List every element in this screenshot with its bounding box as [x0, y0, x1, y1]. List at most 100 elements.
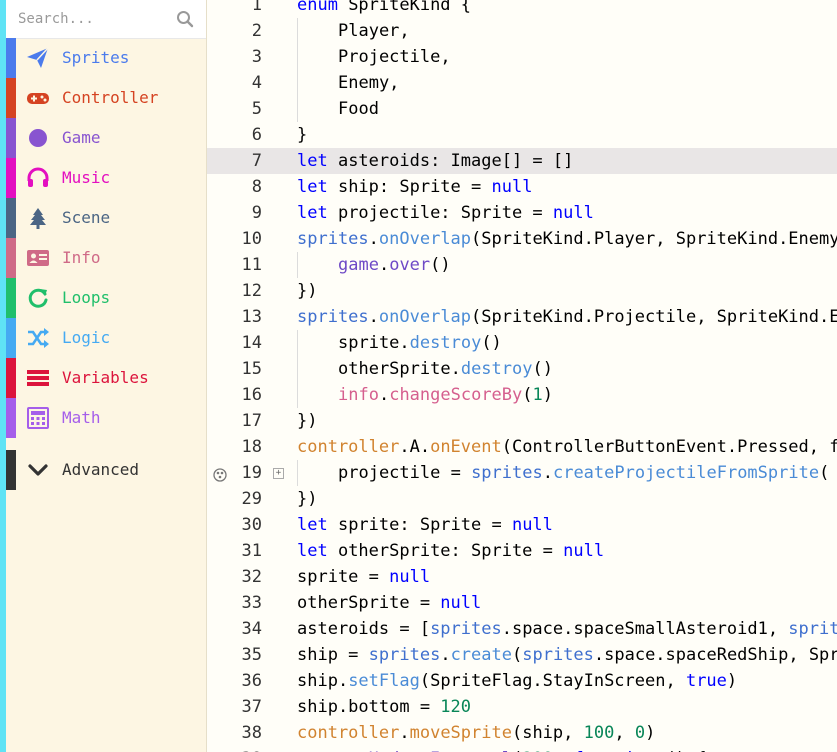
- code-token: 1: [532, 385, 543, 405]
- line-number: 39: [207, 746, 262, 752]
- code-text: }): [297, 278, 317, 304]
- code-line[interactable]: 34 asteroids = [sprites.space.spaceSmallA…: [207, 616, 837, 642]
- category-color-bar: [6, 278, 16, 318]
- code-token: sprites: [522, 645, 594, 665]
- code-token: }: [297, 125, 308, 145]
- code-line[interactable]: 39 game.onUpdateInterval(200, function ()…: [207, 746, 837, 752]
- code-line[interactable]: 4 Enemy,: [207, 70, 837, 96]
- line-number: 7: [251, 151, 262, 171]
- search-input[interactable]: [16, 6, 170, 32]
- code-token: destroy: [460, 359, 533, 379]
- category-scene[interactable]: Scene: [6, 198, 206, 238]
- code-text: sprite.destroy(): [338, 330, 502, 356]
- line-number: 30: [241, 515, 262, 535]
- category-label: Scene: [62, 208, 111, 227]
- breakpoint-icon[interactable]: [212, 465, 228, 482]
- code-line[interactable]: 38 controller.moveSprite(ship, 100, 0): [207, 720, 837, 746]
- category-sprites[interactable]: Sprites: [6, 38, 206, 78]
- code-token: .A.: [399, 437, 431, 457]
- code-token: controller: [297, 723, 400, 743]
- code-text: otherSprite = null: [297, 590, 481, 616]
- code-line[interactable]: 37 ship.bottom = 120: [207, 694, 837, 720]
- code-token: sprites: [297, 229, 369, 249]
- code-line[interactable]: 16 info.changeScoreBy(1): [207, 382, 837, 408]
- code-token: (: [522, 385, 533, 405]
- code-editor[interactable]: 1 enum SpriteKind {2 Player, 3 Projectile, 4 E…: [207, 0, 837, 752]
- code-line[interactable]: 31 let otherSprite: Sprite = null: [207, 538, 837, 564]
- code-text: let otherSprite: Sprite = null: [297, 538, 604, 564]
- code-token: sprites: [368, 645, 441, 665]
- line-number: 3: [251, 47, 262, 67]
- category-label: Logic: [62, 328, 111, 347]
- line-number: 9: [251, 203, 262, 223]
- code-line[interactable]: 17}): [207, 408, 837, 434]
- code-text: projectile = sprites.createProjectileFro…: [338, 460, 829, 486]
- code-line[interactable]: 7 let asteroids: Image[] = []: [207, 148, 837, 174]
- code-line[interactable]: 30 let sprite: Sprite = null: [207, 512, 837, 538]
- advanced-label: Advanced: [62, 460, 140, 479]
- category-info[interactable]: Info: [6, 238, 206, 278]
- indent-guide: [297, 70, 298, 96]
- code-line[interactable]: 6}: [207, 122, 837, 148]
- category-label: Sprites: [62, 48, 130, 67]
- category-variables[interactable]: Variables: [6, 358, 206, 398]
- code-token: sprites: [430, 619, 502, 639]
- category-game[interactable]: Game: [6, 118, 206, 158]
- category-controller[interactable]: Controller: [6, 78, 206, 118]
- category-music[interactable]: Music: [6, 158, 206, 198]
- line-number: 32: [241, 567, 262, 587]
- code-line[interactable]: 1 enum SpriteKind {: [207, 0, 837, 18]
- category-math[interactable]: Math: [6, 398, 206, 438]
- code-token: (SpriteKind.Player, SpriteKind.Enemy, fu…: [471, 229, 837, 249]
- code-line[interactable]: 18 controller.A.onEvent(ControllerButtonE…: [207, 434, 837, 460]
- code-line[interactable]: 36 ship.setFlag(SpriteFlag.StayInScreen, …: [207, 668, 837, 694]
- code-line[interactable]: 32 sprite = null: [207, 564, 837, 590]
- line-number: 34: [241, 619, 262, 639]
- advanced-toggle[interactable]: Advanced: [6, 450, 206, 490]
- category-color-bar: [6, 158, 16, 198]
- code-text: controller.moveSprite(ship, 100, 0): [297, 720, 655, 746]
- code-line[interactable]: 2 Player,: [207, 18, 837, 44]
- category-color-bar: [6, 198, 16, 238]
- code-text: game.onUpdateInterval(200, function () {: [297, 746, 707, 752]
- code-line[interactable]: 35 ship = sprites.create(sprites.space.sp…: [207, 642, 837, 668]
- code-token: .: [440, 645, 451, 665]
- paper-plane-icon: [26, 47, 50, 69]
- line-number: 36: [241, 671, 262, 691]
- category-label: Controller: [62, 88, 159, 107]
- code-line[interactable]: 10 sprites.onOverlap(SpriteKind.Player, S…: [207, 226, 837, 252]
- code-line[interactable]: 11 game.over(): [207, 252, 837, 278]
- line-number: 16: [241, 385, 262, 405]
- code-line[interactable]: 12}): [207, 278, 837, 304]
- code-text: controller.A.onEvent(ControllerButtonEve…: [297, 434, 837, 460]
- code-line[interactable]: 15 otherSprite.destroy(): [207, 356, 837, 382]
- code-token: ): [645, 723, 656, 743]
- code-line[interactable]: 3 Projectile,: [207, 44, 837, 70]
- code-text: sprite = null: [297, 564, 430, 590]
- category-logic[interactable]: Logic: [6, 318, 206, 358]
- indent-guide: [297, 330, 298, 356]
- code-line[interactable]: 5 Food: [207, 96, 837, 122]
- tree-icon: [26, 207, 50, 229]
- code-token: onOverlap: [378, 229, 472, 249]
- line-number: 1: [251, 0, 262, 15]
- category-label: Music: [62, 168, 111, 187]
- code-line[interactable]: 9 let projectile: Sprite = null: [207, 200, 837, 226]
- code-line[interactable]: 29}): [207, 486, 837, 512]
- line-number: 4: [251, 73, 262, 93]
- code-line[interactable]: 19 projectile = sprites.createProjectileF…: [207, 460, 837, 486]
- code-token: createProjectileFromSprite: [552, 463, 820, 483]
- code-line[interactable]: 14 sprite.destroy(): [207, 330, 837, 356]
- code-line[interactable]: 8 let ship: Sprite = null: [207, 174, 837, 200]
- code-line[interactable]: 13 sprites.onOverlap(SpriteKind.Projectil…: [207, 304, 837, 330]
- fold-expand-icon[interactable]: +: [273, 468, 284, 479]
- code-token: 100: [583, 723, 615, 743]
- code-line[interactable]: 33 otherSprite = null: [207, 590, 837, 616]
- search-icon[interactable]: [176, 10, 194, 28]
- indent-guide: [297, 44, 298, 70]
- line-number: 6: [251, 125, 262, 145]
- category-color-bar: [6, 38, 16, 78]
- category-loops[interactable]: Loops: [6, 278, 206, 318]
- code-text: otherSprite.destroy(): [338, 356, 553, 382]
- code-text: ship = sprites.create(sprites.space.spac…: [297, 642, 837, 668]
